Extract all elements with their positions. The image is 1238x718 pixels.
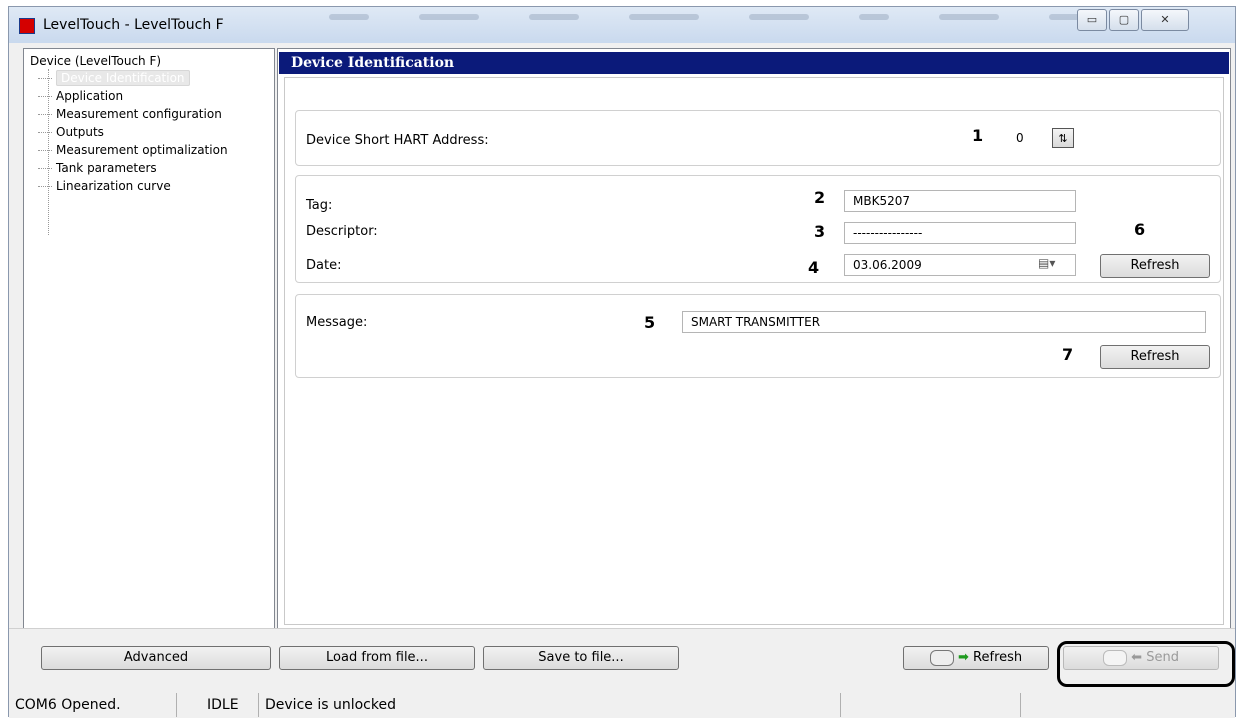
marker-6: 6 [1134,220,1146,239]
hart-address-group: Device Short HART Address: 1 0 ⇅ [295,110,1221,166]
status-bar: COM6 Opened. IDLE Device is unlocked [9,685,1235,718]
tree-item-label: Outputs [56,125,104,139]
descriptor-label: Descriptor: [306,224,378,239]
save-to-file-button[interactable]: Save to file... [483,646,679,670]
maximize-button[interactable]: ▢ [1109,9,1139,31]
date-value: 03.06.2009 [853,258,922,272]
marker-4: 4 [808,258,820,277]
send-highlight-frame [1057,641,1235,687]
refresh-message-button[interactable]: Refresh [1100,345,1210,369]
marker-7: 7 [1062,345,1074,364]
minimize-button[interactable]: ▭ [1077,9,1107,31]
advanced-button[interactable]: Advanced [41,646,271,670]
marker-5: 5 [644,313,656,332]
tree-root[interactable]: Device (LevelTouch F) [30,53,274,69]
marker-2: 2 [814,188,826,207]
load-from-file-button[interactable]: Load from file... [279,646,475,670]
spinner-updown-icon[interactable]: ⇅ [1052,128,1074,148]
status-port: COM6 Opened. [9,693,177,717]
marker-3: 3 [814,222,826,241]
message-group: Message: 5 SMART TRANSMITTER 7 Refresh [295,294,1221,378]
panel-content: Device Short HART Address: 1 0 ⇅ Tag: 2 … [284,77,1224,658]
app-icon [19,18,35,34]
tree-item-label: Application [56,89,124,103]
tree-item-linearization-curve[interactable]: Linearization curve [38,177,274,195]
marker-1: 1 [972,126,984,145]
descriptor-input[interactable]: ---------------- [844,222,1076,244]
device-refresh-label: Refresh [973,650,1023,665]
tree-item-tank-parameters[interactable]: Tank parameters [38,159,274,177]
hart-address-label: Device Short HART Address: [306,133,489,148]
device-tree: Device (LevelTouch F) Device Identificat… [23,48,275,630]
message-input[interactable]: SMART TRANSMITTER [682,311,1206,333]
tag-input[interactable]: MBK5207 [844,190,1076,212]
device-read-icon [929,649,954,666]
tree-item-measurement-optimalization[interactable]: Measurement optimalization [38,141,274,159]
hart-address-stepper[interactable]: 0 [1008,128,1088,150]
date-label: Date: [306,258,342,273]
calendar-dropdown-icon[interactable]: ▤▾ [1038,256,1055,270]
tree-item-device-identification[interactable]: Device Identification [38,69,274,87]
app-window: LevelTouch - LevelTouch F ▭ ▢ ✕ Device (… [8,6,1236,718]
arrow-right-icon: ➡ [958,650,969,665]
panel-header: Device Identification [279,52,1229,74]
tree-item-outputs[interactable]: Outputs [38,123,274,141]
close-button[interactable]: ✕ [1141,9,1189,31]
tree-item-measurement-configuration[interactable]: Measurement configuration [38,105,274,123]
tree-item-label: Measurement configuration [56,107,222,121]
tree-item-application[interactable]: Application [38,87,274,105]
tree-item-label: Device Identification [56,70,190,86]
window-title: LevelTouch - LevelTouch F [43,17,224,33]
tag-label: Tag: [306,198,333,213]
status-empty-1 [841,693,1021,717]
device-refresh-button[interactable]: ➡ Refresh [903,646,1049,670]
status-state: IDLE [177,693,259,717]
tree-item-label: Linearization curve [56,179,171,193]
status-lock: Device is unlocked [259,693,841,717]
message-label: Message: [306,315,368,330]
title-bar: LevelTouch - LevelTouch F ▭ ▢ ✕ [9,7,1235,43]
main-panel: Device Identification Device Short HART … [277,48,1231,658]
tree-item-label: Measurement optimalization [56,143,228,157]
refresh-identification-button[interactable]: Refresh [1100,254,1210,278]
bottom-toolbar: Advanced Load from file... Save to file.… [9,628,1235,685]
tree-item-label: Tank parameters [56,161,157,175]
identification-group: Tag: 2 MBK5207 Descriptor: 3 -----------… [295,175,1221,283]
hart-address-value: 0 [1016,131,1024,145]
